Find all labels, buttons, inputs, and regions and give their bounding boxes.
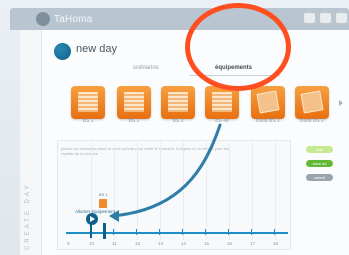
play-button[interactable] <box>86 213 98 225</box>
next-arrow-icon[interactable] <box>339 100 343 106</box>
timeline-gridline <box>275 142 276 240</box>
device-label: Bsod BS 1 <box>256 118 280 124</box>
timeline-gridline <box>252 142 253 240</box>
blind-icon <box>212 92 232 112</box>
play-icon <box>90 216 95 222</box>
test-button[interactable]: test <box>306 146 333 153</box>
ruler-tick-label: 9 <box>67 241 70 246</box>
playhead-pin[interactable] <box>90 224 92 238</box>
ruler-tick <box>205 229 206 235</box>
time-marker-handle[interactable] <box>103 223 106 239</box>
ruler-tick-label: 18 <box>273 241 279 246</box>
app-logo: TaHoma <box>36 11 92 27</box>
device-bs2-button[interactable] <box>117 86 151 119</box>
ruler-tick <box>274 229 275 235</box>
timeline-device-label: BS 1 <box>99 192 108 197</box>
ruler-tick-label: 10 <box>89 241 95 246</box>
ruler-tick <box>182 229 183 235</box>
ruler-tick-label: 12 <box>135 241 141 246</box>
timeline-device-icon[interactable] <box>99 199 107 208</box>
ruler-tick-label: 16 <box>227 241 233 246</box>
ruler-tick <box>136 229 137 235</box>
device-bs1-button[interactable] <box>71 86 105 119</box>
menu-icon[interactable] <box>336 13 347 23</box>
device-label: BS 4b <box>215 118 229 124</box>
timeline-ruler <box>66 232 288 234</box>
timeline-gridline <box>114 142 115 240</box>
ruler-tick <box>113 229 114 235</box>
annotation-circle <box>185 3 291 91</box>
create-day-label: CREATE DAY <box>25 182 31 250</box>
device-bsod-bs2-button[interactable] <box>295 86 329 119</box>
device-bs3-button[interactable] <box>161 86 195 119</box>
device-bsod-bs1-button[interactable] <box>251 86 285 119</box>
ruler-tick <box>251 229 252 235</box>
ruler-tick-label: 13 <box>158 241 164 246</box>
blind-icon <box>124 92 144 112</box>
tilted-blind-icon <box>300 90 324 114</box>
ruler-tick <box>159 229 160 235</box>
ruler-tick-label: 14 <box>181 241 187 246</box>
scene-icon <box>54 43 71 60</box>
device-label: BS 3 <box>172 118 184 124</box>
settings-icon[interactable] <box>304 13 315 23</box>
ruler-tick-label: 11 <box>112 241 117 246</box>
device-label: BS 1 <box>82 118 94 124</box>
timeline-gridline <box>206 142 207 240</box>
ruler-tick <box>228 229 229 235</box>
app-name: TaHoma <box>54 13 93 25</box>
device-bs4b-button[interactable] <box>205 86 239 119</box>
blind-icon <box>168 92 188 112</box>
timeline-gridline <box>183 142 184 240</box>
tahoma-logo-icon <box>36 12 50 26</box>
ruler-tick-label: 15 <box>204 241 210 246</box>
tilted-blind-icon <box>256 90 280 114</box>
device-label: BS 2 <box>128 118 140 124</box>
user-icon[interactable] <box>320 13 331 23</box>
cancel-button[interactable]: cancel <box>306 174 333 181</box>
left-sidebar <box>20 30 42 255</box>
timeline-gridline <box>137 142 138 240</box>
timeline-gridline <box>160 142 161 240</box>
tab-scenarios[interactable]: scénarios <box>133 65 159 71</box>
ruler-tick-label: 17 <box>250 241 256 246</box>
save-as-button[interactable]: save as <box>306 160 333 167</box>
device-label: Bsod BS 2 <box>300 118 324 124</box>
blind-icon <box>78 92 98 112</box>
scene-title: new day <box>76 43 117 55</box>
timeline-gridline <box>229 142 230 240</box>
